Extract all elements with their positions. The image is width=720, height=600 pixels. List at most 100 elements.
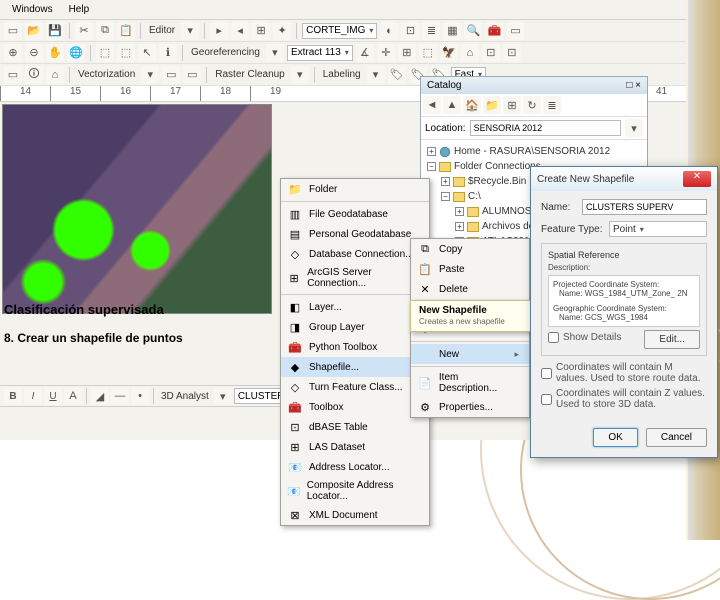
tb-icon[interactable]: ⊡ <box>503 44 521 62</box>
font-color-icon[interactable]: A <box>64 387 82 405</box>
dropdown-icon[interactable]: ▾ <box>367 66 385 84</box>
dropdown-icon[interactable]: ▾ <box>181 22 199 40</box>
tb-icon[interactable]: ⬚ <box>419 44 437 62</box>
save-icon[interactable]: 💾 <box>46 22 64 40</box>
paste-icon[interactable]: 📋 <box>117 22 135 40</box>
search-icon[interactable]: 🔍 <box>464 22 482 40</box>
tree-home[interactable]: +Home - RASURA\SENSORIA 2012 <box>427 144 641 159</box>
menu-item-shapefile[interactable]: ◆Shapefile... <box>281 357 429 377</box>
menu-item-addrloc[interactable]: 📧Address Locator... <box>281 457 429 477</box>
tb-icon[interactable]: ⊡ <box>401 22 419 40</box>
dropdown-icon[interactable]: ▾ <box>141 66 159 84</box>
close-button[interactable]: ✕ <box>683 171 711 187</box>
italic-icon[interactable]: I <box>24 387 42 405</box>
tree-icon[interactable]: ≣ <box>543 96 561 114</box>
menu-help[interactable]: Help <box>61 2 98 17</box>
tb-icon[interactable]: ⬚ <box>96 44 114 62</box>
menu-item-dbconn[interactable]: ◇Database Connection... <box>281 244 429 264</box>
marker-icon[interactable]: • <box>131 387 149 405</box>
menu-item-dbase[interactable]: ⊡dBASE Table <box>281 417 429 437</box>
tb-icon[interactable]: ▭ <box>4 66 22 84</box>
tb-icon[interactable]: ⊡ <box>482 44 500 62</box>
location-input[interactable] <box>470 120 621 136</box>
feature-type-select[interactable]: Point▾ <box>609 221 707 237</box>
home-icon[interactable]: 🏠 <box>463 96 481 114</box>
open-icon[interactable]: 📂 <box>25 22 43 40</box>
full-extent-icon[interactable]: 🌐 <box>67 44 85 62</box>
extract-combo[interactable]: Extract 113▾ <box>287 45 353 61</box>
underline-icon[interactable]: U <box>44 387 62 405</box>
tb-icon[interactable]: ∡ <box>356 44 374 62</box>
dropdown-icon[interactable]: ▾ <box>214 387 232 405</box>
refresh-icon[interactable]: ↻ <box>523 96 541 114</box>
tb-icon[interactable]: 🏷 <box>388 66 406 84</box>
menu-item-itemdesc[interactable]: 📄Item Description... <box>411 369 529 397</box>
pan-icon[interactable]: ✋ <box>46 44 64 62</box>
dropdown-icon[interactable]: ▾ <box>266 44 284 62</box>
ok-button[interactable]: OK <box>593 428 637 447</box>
identify-icon[interactable]: ℹ <box>159 44 177 62</box>
menu-item-turnfc[interactable]: ◇Turn Feature Class... <box>281 377 429 397</box>
menu-item-copy[interactable]: ⧉Copy <box>411 239 529 259</box>
up-icon[interactable]: ▲ <box>443 96 461 114</box>
menu-item-filegdb[interactable]: ▥File Geodatabase <box>281 204 429 224</box>
toolbox-icon[interactable]: 🧰 <box>485 22 503 40</box>
menu-windows[interactable]: Windows <box>4 2 61 17</box>
copy-icon[interactable]: ⧉ <box>96 22 114 40</box>
coord-z-check[interactable]: Coordinates will contain Z values. Used … <box>541 388 707 410</box>
line-icon[interactable]: — <box>111 387 129 405</box>
menu-item-xml[interactable]: ⊠XML Document <box>281 505 429 525</box>
zoom-out-icon[interactable]: ⊖ <box>25 44 43 62</box>
coord-m-check[interactable]: Coordinates will contain M values. Used … <box>541 362 707 384</box>
edit-button[interactable]: Edit... <box>644 330 700 349</box>
menu-item-las[interactable]: ⊞LAS Dataset <box>281 437 429 457</box>
tb-icon[interactable]: ⊞ <box>398 44 416 62</box>
menu-item-properties[interactable]: ⚙Properties... <box>411 397 529 417</box>
cancel-button[interactable]: Cancel <box>646 428 707 447</box>
connect-folder-icon[interactable]: 📁 <box>483 96 501 114</box>
catalog-icon[interactable]: ▦ <box>443 22 461 40</box>
show-details-check[interactable]: Show Details <box>548 332 621 343</box>
tb-icon[interactable]: ⌂ <box>46 66 64 84</box>
menu-item-folder[interactable]: 📁Folder <box>281 179 429 199</box>
tb-icon[interactable]: ✛ <box>377 44 395 62</box>
tb-icon[interactable]: ◐ <box>380 22 398 40</box>
menu-item-grouplayer[interactable]: ◨Group Layer <box>281 317 429 337</box>
tb-icon[interactable]: ⌂ <box>461 44 479 62</box>
menu-item-paste[interactable]: 📋Paste <box>411 259 529 279</box>
menu-item-compaddr[interactable]: 📧Composite Address Locator... <box>281 477 429 505</box>
tb-icon[interactable]: 🦅 <box>440 44 458 62</box>
tb-icon[interactable]: 🛈 <box>25 66 43 84</box>
toggle-icon[interactable]: ⊞ <box>503 96 521 114</box>
python-icon[interactable]: ▭ <box>506 22 524 40</box>
fill-icon[interactable]: ◢ <box>91 387 109 405</box>
select-icon[interactable]: ↖ <box>138 44 156 62</box>
menu-item-personalgdb[interactable]: ▤Personal Geodatabase <box>281 224 429 244</box>
toolbar-standard: ▭ 📂 💾 ✂ ⧉ 📋 Editor ▾ ▸ ◂ ⊞ ✦ CORTE_IMG▾ … <box>0 20 686 42</box>
layer-combo[interactable]: CORTE_IMG▾ <box>302 23 377 39</box>
map-view[interactable] <box>2 104 272 314</box>
menu-item-serverconn[interactable]: ⊞ArcGIS Server Connection... <box>281 264 429 292</box>
menu-item-pytoolbox[interactable]: 🧰Python Toolbox <box>281 337 429 357</box>
bold-icon[interactable]: B <box>4 387 22 405</box>
tb-icon[interactable]: ✦ <box>273 22 291 40</box>
toc-icon[interactable]: ≣ <box>422 22 440 40</box>
new-doc-icon[interactable]: ▭ <box>4 22 22 40</box>
catalog-pin-close[interactable]: □ × <box>626 80 641 91</box>
back-icon[interactable]: ◄ <box>423 96 441 114</box>
name-input[interactable] <box>582 199 707 215</box>
menu-item-delete[interactable]: ✕Delete <box>411 279 529 299</box>
tb-icon[interactable]: ⊞ <box>252 22 270 40</box>
menu-item-toolbox[interactable]: 🧰Toolbox <box>281 397 429 417</box>
dropdown-icon[interactable]: ▾ <box>291 66 309 84</box>
tb-icon[interactable]: ◂ <box>231 22 249 40</box>
menu-item-new[interactable]: New▸ <box>411 344 529 364</box>
tb-icon[interactable]: ⬚ <box>117 44 135 62</box>
tb-icon[interactable]: ▭ <box>162 66 180 84</box>
tb-icon[interactable]: ▸ <box>210 22 228 40</box>
dropdown-icon[interactable]: ▾ <box>625 119 643 137</box>
menu-item-layer[interactable]: ◧Layer... <box>281 297 429 317</box>
zoom-in-icon[interactable]: ⊕ <box>4 44 22 62</box>
tb-icon[interactable]: ▭ <box>183 66 201 84</box>
cut-icon[interactable]: ✂ <box>75 22 93 40</box>
